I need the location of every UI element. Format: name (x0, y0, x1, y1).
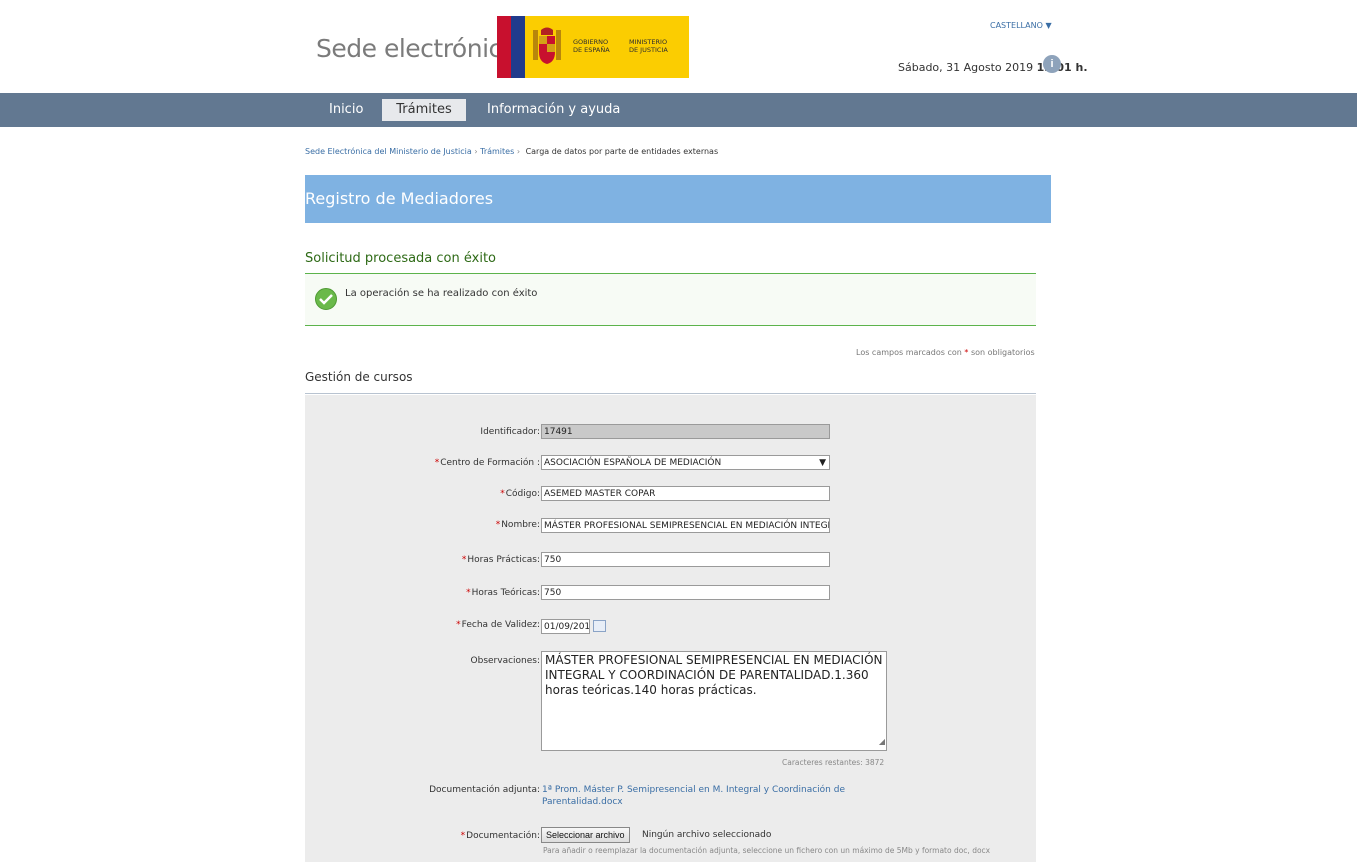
centro-selected-value: ASOCIACIÓN ESPAÑOLA DE MEDIACIÓN (544, 458, 722, 468)
section-title: Gestión de cursos (305, 370, 413, 384)
label-text: Horas Teóricas: (471, 588, 540, 598)
required-star: * (456, 620, 461, 630)
required-star: * (964, 348, 969, 357)
success-box: La operación se ha realizado con éxito (305, 273, 1036, 326)
required-star: * (461, 555, 467, 565)
nav-item-inicio[interactable]: Inicio (329, 93, 363, 127)
required-star: * (460, 831, 466, 841)
label-text: Fecha de Validez: (461, 620, 540, 630)
doc-adjunta-label: Documentación adjunta: (400, 785, 540, 795)
check-icon (315, 288, 337, 310)
section-divider (305, 393, 1036, 394)
file-help-text: Para añadir o reemplazar la documentació… (543, 846, 991, 855)
observaciones-label: Observaciones: (420, 656, 540, 666)
attached-document-link[interactable]: 1ª Prom. Máster P. Semipresencial en M. … (542, 784, 862, 808)
breadcrumb: Sede Electrónica del Ministerio de Justi… (305, 147, 718, 156)
chars-remaining: Caracteres restantes: 3872 (782, 758, 885, 767)
nombre-label: *Nombre: (420, 520, 540, 530)
date-text: Sábado, 31 Agosto 2019 (898, 61, 1034, 74)
required-note-text: Los campos marcados con (856, 348, 962, 357)
required-star: * (500, 489, 505, 499)
label-text: Horas Prácticas: (467, 555, 540, 565)
observaciones-textarea[interactable]: MÁSTER PROFESIONAL SEMIPRESENCIAL EN MED… (541, 651, 887, 751)
nombre-input[interactable]: MÁSTER PROFESIONAL SEMIPRESENCIAL EN MED… (541, 518, 830, 533)
resize-handle-icon[interactable]: ◢ (879, 734, 885, 749)
horas-teoricas-label: *Horas Teóricas: (420, 588, 540, 598)
nav-item-informacion[interactable]: Información y ayuda (487, 93, 620, 127)
page-title: Registro de Mediadores (305, 189, 494, 208)
label-text: Observaciones: (470, 656, 540, 666)
breadcrumb-separator: › (474, 147, 478, 156)
codigo-label: *Código: (420, 489, 540, 499)
horas-teoricas-input[interactable]: 750 (541, 585, 830, 600)
language-selector[interactable]: CASTELLANO ▼ (990, 21, 1052, 30)
breadcrumb-link-tramites[interactable]: Trámites (480, 147, 514, 156)
logo-ministry-text: MINISTERIO DE JUSTICIA (629, 38, 668, 54)
label-text: Documentación: (466, 831, 540, 841)
logo-gov-text: GOBIERNO DE ESPAÑA (573, 38, 610, 54)
flag-stripe-blue (511, 16, 525, 78)
page-banner: Registro de Mediadores (305, 175, 1051, 223)
identificador-field: 17491 (541, 424, 830, 439)
calendar-icon[interactable] (593, 620, 606, 632)
fecha-label: *Fecha de Validez: (420, 620, 540, 630)
site-title: Sede electrónica (316, 34, 517, 63)
success-title: Solicitud procesada con éxito (305, 251, 497, 266)
horas-practicas-label: *Horas Prácticas: (420, 555, 540, 565)
no-file-text: Ningún archivo seleccionado (642, 830, 772, 840)
identificador-label: Identificador: (420, 427, 540, 437)
label-text: Centro de Formación : (440, 458, 540, 468)
label-text: Identificador: (480, 427, 540, 437)
fecha-input[interactable]: 01/09/201 (541, 619, 590, 634)
breadcrumb-link-sede[interactable]: Sede Electrónica del Ministerio de Justi… (305, 147, 472, 156)
coat-of-arms-icon (533, 27, 561, 64)
label-text: Nombre: (501, 520, 540, 530)
nav-item-tramites[interactable]: Trámites (382, 99, 466, 121)
required-fields-note: Los campos marcados con * son obligatori… (856, 348, 1035, 357)
breadcrumb-separator: › (516, 147, 521, 156)
documentacion-label: *Documentación: (420, 831, 540, 841)
horas-practicas-input[interactable]: 750 (541, 552, 830, 567)
label-text: Documentación adjunta: (429, 785, 540, 795)
flag-stripe-red (497, 16, 511, 78)
chevron-down-icon: ▼ (819, 458, 826, 468)
government-logo[interactable]: GOBIERNO DE ESPAÑA MINISTERIO DE JUSTICI… (497, 16, 689, 78)
main-navigation: Inicio Trámites Información y ayuda (0, 93, 1357, 127)
label-text: Código: (505, 489, 540, 499)
required-star: * (495, 520, 501, 530)
observaciones-text: MÁSTER PROFESIONAL SEMIPRESENCIAL EN MED… (545, 653, 883, 697)
required-star: * (466, 588, 471, 598)
required-note-text: son obligatorios (970, 348, 1035, 357)
centro-select[interactable]: ASOCIACIÓN ESPAÑOLA DE MEDIACIÓN ▼ (541, 455, 830, 470)
breadcrumb-current: Carga de datos por parte de entidades ex… (525, 147, 719, 156)
select-file-button[interactable]: Seleccionar archivo (541, 827, 630, 843)
success-message: La operación se ha realizado con éxito (345, 288, 538, 299)
centro-label: *Centro de Formación : (400, 458, 540, 468)
codigo-input[interactable]: ASEMED MASTER COPAR (541, 486, 830, 501)
required-star: * (434, 458, 440, 468)
info-icon[interactable]: i (1043, 55, 1061, 73)
